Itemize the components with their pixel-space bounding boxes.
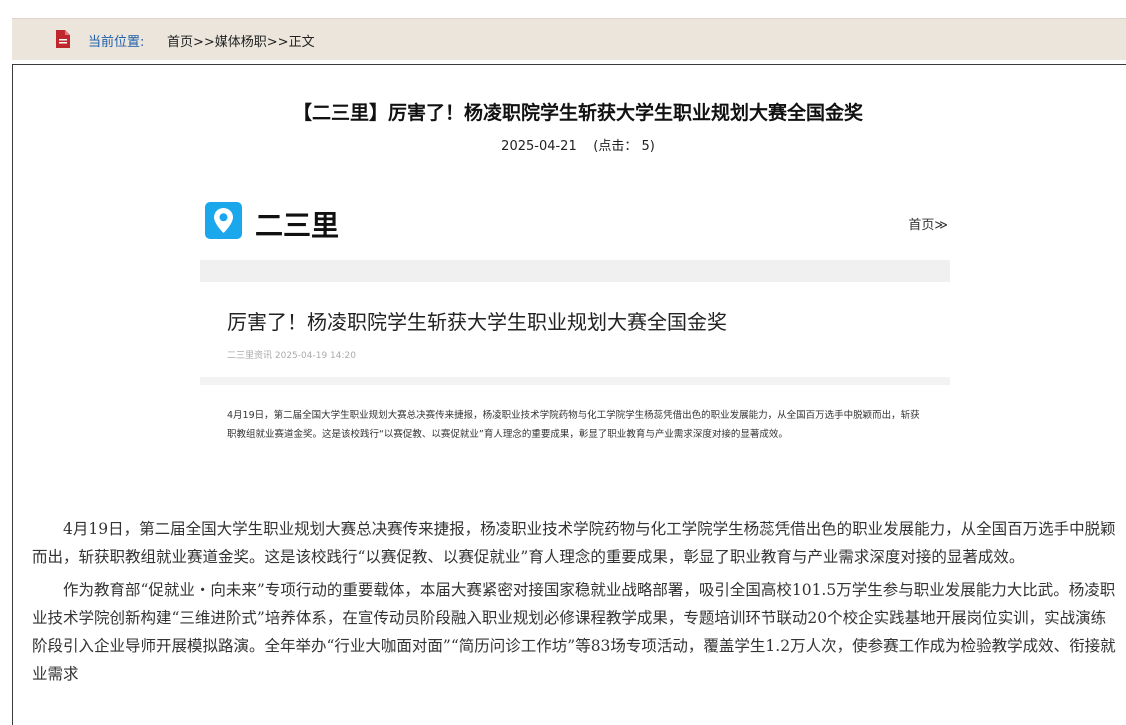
article-meta: 2025-04-21 (点击： 5) [0,135,1126,154]
body-paragraph: 作为教育部“促就业・向未来”专项行动的重要载体，本届大赛紧密对接国家稳就业战略部… [32,581,1116,683]
embed-card-meta: 二三里资讯 2025-04-19 14:20 [227,351,356,361]
location-pin-icon [205,202,242,239]
embed-brand: 二三里 [255,209,340,242]
page-title: 【二三里】厉害了！杨凌职院学生斩获大学生职业规划大赛全国金奖 [292,102,863,124]
breadcrumb[interactable]: 首页>>媒体杨职>>正文 [167,31,315,50]
embedded-news-screenshot: 二三里 首页≫ 厉害了！杨凌职院学生斩获大学生职业规划大赛全国金奖 二三里资讯 … [200,186,950,502]
article-body: 4月19日，第二届全国大学生职业规划大赛总决赛传来捷报，杨凌职业技术学院药物与化… [32,515,1120,693]
body-paragraph: 4月19日，第二届全国大学生职业规划大赛总决赛传来捷报，杨凌职业技术学院药物与化… [32,520,1116,566]
breadcrumb-label: 当前位置: [88,35,145,50]
article-date: 2025-04-21 [501,139,577,154]
document-icon [56,30,70,48]
embed-card-body: 4月19日，第二届全国大学生职业规划大赛总决赛传来捷报，杨凌职业技术学院药物与化… [227,410,920,440]
breadcrumb-bar: 当前位置: 首页>>媒体杨职>>正文 [12,18,1126,60]
embed-home-link: 首页≫ [908,218,948,233]
embed-card-title: 厉害了！杨凌职院学生斩获大学生职业规划大赛全国金奖 [227,310,727,334]
hit-count: (点击： 5) [593,139,655,154]
divider [200,377,950,385]
divider [200,260,950,282]
